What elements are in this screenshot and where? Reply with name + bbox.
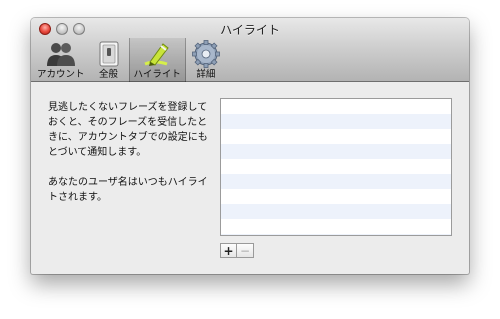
list-row[interactable] xyxy=(221,144,451,159)
list-row[interactable] xyxy=(221,189,451,204)
gear-icon xyxy=(191,40,220,68)
list-row[interactable] xyxy=(221,174,451,189)
description-paragraph-1: 見逃したくないフレーズを登録しておくと、そのフレーズを受信したときに、アカウント… xyxy=(48,102,208,158)
window-title: ハイライト xyxy=(220,23,280,37)
preferences-tabs: アカウント 全般 ハイライト 詳細 xyxy=(33,38,226,82)
tab-accounts-label: アカウント xyxy=(37,69,85,80)
highlighter-icon xyxy=(144,43,169,66)
highlight-phrase-list[interactable] xyxy=(220,98,452,236)
tab-general-label: 全般 xyxy=(99,69,119,80)
list-row[interactable] xyxy=(221,219,451,234)
list-row[interactable] xyxy=(221,234,451,235)
remove-phrase-button[interactable]: − xyxy=(237,243,254,258)
general-switch-icon xyxy=(99,41,119,67)
add-phrase-button[interactable]: + xyxy=(220,243,237,258)
preferences-window: ハイライト アカウント 全般 ハイライト 詳細 見逃したくないフレーズを登録して… xyxy=(31,18,469,274)
tab-highlight-label: ハイライト xyxy=(133,69,181,80)
tab-accounts[interactable]: アカウント xyxy=(33,38,89,82)
list-row[interactable] xyxy=(221,159,451,174)
tab-highlight[interactable]: ハイライト xyxy=(128,38,186,82)
list-row[interactable] xyxy=(221,114,451,129)
accounts-icon xyxy=(46,43,75,66)
list-row[interactable] xyxy=(221,204,451,219)
tab-advanced[interactable]: 詳細 xyxy=(186,38,226,82)
description-paragraph-2: あなたのユーザ名はいつもハイライトされます。 xyxy=(48,177,208,203)
toolbar: ハイライト アカウント 全般 ハイライト 詳細 xyxy=(31,18,469,82)
highlight-description: 見逃したくないフレーズを登録しておくと、そのフレーズを受信したときに、アカウント… xyxy=(48,100,210,220)
tab-general[interactable]: 全般 xyxy=(89,38,129,82)
tab-advanced-label: 詳細 xyxy=(196,69,216,80)
add-remove-control: + − xyxy=(220,243,254,258)
list-row[interactable] xyxy=(221,99,451,114)
list-row[interactable] xyxy=(221,129,451,144)
